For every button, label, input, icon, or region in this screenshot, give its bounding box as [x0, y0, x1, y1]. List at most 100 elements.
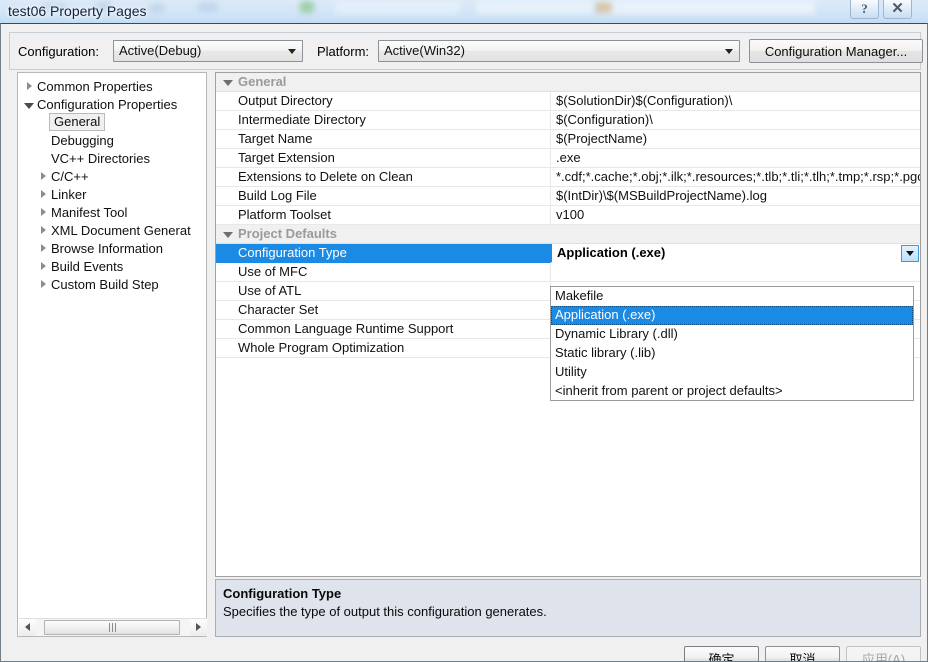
property-row[interactable]: Target Extension.exe: [216, 149, 920, 168]
tree-item-label: General: [49, 113, 105, 131]
property-value[interactable]: v100: [551, 206, 920, 225]
property-pages-dialog: Configuration: Active(Debug) Platform: A…: [0, 23, 928, 662]
apply-button: 应用(A): [846, 646, 921, 662]
window-title: test06 Property Pages: [8, 3, 147, 19]
tree-item-label: Configuration Properties: [36, 97, 177, 112]
property-name: Platform Toolset: [216, 206, 551, 225]
dropdown-option[interactable]: Static library (.lib): [551, 344, 913, 363]
tree-item-label: Debugging: [50, 133, 114, 148]
property-name: Output Directory: [216, 92, 551, 111]
tree-item-build-events[interactable]: Build Events: [18, 257, 206, 275]
description-text: Specifies the type of output this config…: [223, 604, 547, 619]
property-name: Build Log File: [216, 187, 551, 206]
property-value[interactable]: *.cdf;*.cache;*.obj;*.ilk;*.resources;*.…: [551, 168, 920, 187]
tree-item-linker[interactable]: Linker: [18, 185, 206, 203]
chevron-right-icon[interactable]: [36, 244, 50, 252]
properties-tree-panel: Common Properties Configuration Propertie…: [17, 72, 207, 637]
tree-item-browse-information[interactable]: Browse Information: [18, 239, 206, 257]
property-row[interactable]: Build Log File$(IntDir)\$(MSBuildProject…: [216, 187, 920, 206]
scroll-left-button[interactable]: [19, 619, 36, 636]
arrow-left-icon: [25, 623, 30, 631]
configuration-select[interactable]: Active(Debug): [113, 40, 303, 62]
configuration-type-dropdown-list[interactable]: MakefileApplication (.exe)Dynamic Librar…: [550, 286, 914, 401]
property-row[interactable]: Output Directory$(SolutionDir)$(Configur…: [216, 92, 920, 111]
dropdown-option[interactable]: Makefile: [551, 287, 913, 306]
property-value[interactable]: [551, 225, 920, 244]
tree-item-common-properties[interactable]: Common Properties: [18, 77, 206, 95]
property-value[interactable]: .exe: [551, 149, 920, 168]
chevron-down-icon[interactable]: [22, 100, 36, 109]
tree-item-debugging[interactable]: Debugging: [18, 131, 206, 149]
tree-item-xml-document-generat[interactable]: XML Document Generat: [18, 221, 206, 239]
dropdown-option[interactable]: Dynamic Library (.dll): [551, 325, 913, 344]
tree-item-custom-build-step[interactable]: Custom Build Step: [18, 275, 206, 293]
tree-item-vc-directories[interactable]: VC++ Directories: [18, 149, 206, 167]
property-name: Common Language Runtime Support: [216, 320, 551, 339]
property-name: Whole Program Optimization: [216, 339, 551, 358]
property-dropdown-button[interactable]: [901, 245, 919, 262]
property-row[interactable]: Use of MFC: [216, 263, 920, 282]
property-name: Project Defaults: [216, 225, 551, 244]
property-category-row[interactable]: Project Defaults: [216, 225, 920, 244]
property-value[interactable]: $(SolutionDir)$(Configuration)\: [551, 92, 920, 111]
chevron-down-icon[interactable]: [223, 232, 233, 238]
configuration-bar: Configuration: Active(Debug) Platform: A…: [9, 32, 921, 70]
property-value[interactable]: $(Configuration)\: [551, 111, 920, 130]
tree-item-label: Custom Build Step: [50, 277, 159, 292]
question-mark-icon: ?: [861, 3, 868, 15]
property-name: Target Name: [216, 130, 551, 149]
tree-item-label: Linker: [50, 187, 86, 202]
property-row[interactable]: Extensions to Delete on Clean*.cdf;*.cac…: [216, 168, 920, 187]
property-row[interactable]: Configuration TypeApplication (.exe): [216, 244, 920, 263]
property-name: Configuration Type: [216, 244, 551, 263]
tree-item-manifest-tool[interactable]: Manifest Tool: [18, 203, 206, 221]
platform-select[interactable]: Active(Win32): [378, 40, 740, 62]
chevron-right-icon[interactable]: [36, 172, 50, 180]
property-row[interactable]: Target Name$(ProjectName): [216, 130, 920, 149]
property-value[interactable]: $(ProjectName): [551, 130, 920, 149]
scrollbar-track[interactable]: [36, 619, 190, 636]
chevron-right-icon[interactable]: [22, 82, 36, 90]
arrow-right-icon: [196, 623, 201, 631]
property-category-row[interactable]: General: [216, 73, 920, 92]
property-name: Target Extension: [216, 149, 551, 168]
property-value[interactable]: [551, 73, 920, 92]
dropdown-option[interactable]: Utility: [551, 363, 913, 382]
property-value[interactable]: $(IntDir)\$(MSBuildProjectName).log: [551, 187, 920, 206]
dropdown-option[interactable]: <inherit from parent or project defaults…: [551, 382, 913, 401]
tree-item-c-c[interactable]: C/C++: [18, 167, 206, 185]
chevron-down-icon: [906, 251, 914, 256]
property-value[interactable]: Application (.exe): [550, 244, 920, 263]
properties-tree: Common Properties Configuration Propertie…: [18, 77, 206, 293]
close-icon: ✕: [891, 3, 904, 15]
configuration-manager-button[interactable]: Configuration Manager...: [749, 39, 923, 63]
chevron-right-icon[interactable]: [36, 208, 50, 216]
platform-select-value: Active(Win32): [384, 43, 465, 58]
property-name: Intermediate Directory: [216, 111, 551, 130]
chevron-down-icon: [288, 49, 296, 54]
tree-horizontal-scrollbar[interactable]: [19, 618, 207, 635]
chevron-right-icon[interactable]: [36, 262, 50, 270]
chevron-right-icon[interactable]: [36, 280, 50, 288]
help-button[interactable]: ?: [850, 0, 879, 19]
tree-item-label: Manifest Tool: [50, 205, 127, 220]
tree-item-label: C/C++: [50, 169, 89, 184]
chevron-right-icon[interactable]: [36, 190, 50, 198]
property-name: General: [216, 73, 551, 92]
tree-item-general[interactable]: General: [18, 113, 206, 131]
scroll-right-button[interactable]: [190, 619, 207, 636]
ok-button[interactable]: 确定: [684, 646, 759, 662]
chevron-right-icon[interactable]: [36, 226, 50, 234]
property-value[interactable]: [551, 263, 920, 282]
close-button[interactable]: ✕: [883, 0, 912, 19]
property-row[interactable]: Platform Toolsetv100: [216, 206, 920, 225]
dropdown-option[interactable]: Application (.exe): [551, 306, 913, 325]
chevron-down-icon[interactable]: [223, 80, 233, 86]
property-row[interactable]: Intermediate Directory$(Configuration)\: [216, 111, 920, 130]
property-name: Use of MFC: [216, 263, 551, 282]
cancel-button[interactable]: 取消: [765, 646, 840, 662]
scrollbar-thumb[interactable]: [44, 620, 180, 635]
property-name: Use of ATL: [216, 282, 551, 301]
tree-item-configuration-properties[interactable]: Configuration Properties: [18, 95, 206, 113]
tree-item-label: Browse Information: [50, 241, 163, 256]
